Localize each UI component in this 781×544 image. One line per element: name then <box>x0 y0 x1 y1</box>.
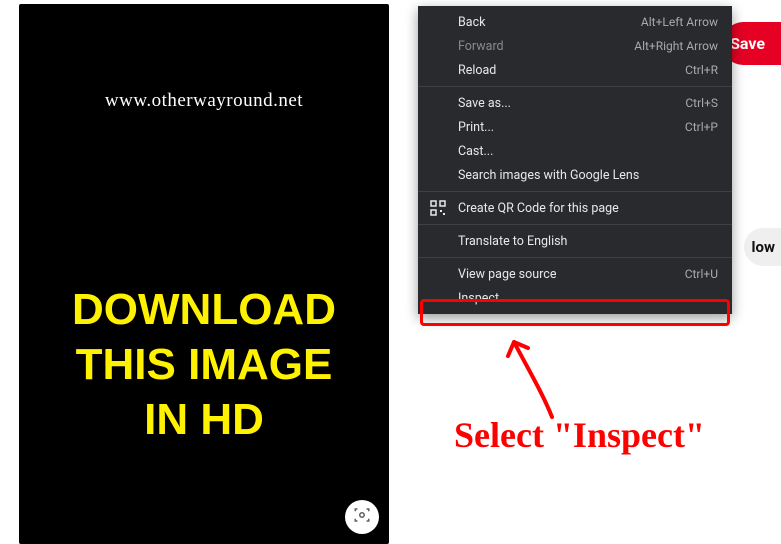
menu-item-back[interactable]: Back Alt+Left Arrow <box>418 10 732 34</box>
menu-separator <box>418 191 732 192</box>
menu-shortcut: Ctrl+R <box>685 63 718 77</box>
menu-item-inspect[interactable]: Inspect <box>418 286 732 310</box>
image-headline: DOWNLOAD THIS IMAGE IN HD <box>19 282 389 447</box>
visual-search-icon <box>353 506 371 528</box>
headline-line: IN HD <box>19 392 389 447</box>
menu-item-view-source[interactable]: View page source Ctrl+U <box>418 262 732 286</box>
menu-label: Search images with Google Lens <box>458 168 718 183</box>
image-watermark: www.otherwayround.net <box>19 90 389 112</box>
menu-label: Translate to English <box>458 234 718 249</box>
menu-item-print[interactable]: Print... Ctrl+P <box>418 115 732 139</box>
menu-label: Back <box>458 15 641 30</box>
menu-label: Save as... <box>458 96 685 111</box>
menu-separator <box>418 86 732 87</box>
follow-button[interactable]: low <box>744 228 781 266</box>
menu-label: View page source <box>458 267 685 282</box>
menu-separator <box>418 224 732 225</box>
qr-code-icon <box>430 200 446 216</box>
menu-label: Reload <box>458 63 685 78</box>
menu-shortcut: Ctrl+P <box>685 120 718 134</box>
menu-label: Forward <box>458 39 634 54</box>
visual-search-button[interactable] <box>345 500 379 534</box>
menu-item-search-lens[interactable]: Search images with Google Lens <box>418 163 732 187</box>
menu-shortcut: Alt+Right Arrow <box>634 39 718 53</box>
menu-label: Inspect <box>458 291 718 306</box>
menu-label: Cast... <box>458 144 718 159</box>
menu-shortcut: Alt+Left Arrow <box>641 15 718 29</box>
menu-separator <box>418 257 732 258</box>
menu-shortcut: Ctrl+U <box>685 267 718 281</box>
context-menu: Back Alt+Left Arrow Forward Alt+Right Ar… <box>418 6 732 314</box>
annotation-text: Select "Inspect" <box>454 414 705 456</box>
menu-label: Create QR Code for this page <box>458 201 718 216</box>
menu-item-cast[interactable]: Cast... <box>418 139 732 163</box>
pinterest-image[interactable]: www.otherwayround.net DOWNLOAD THIS IMAG… <box>19 4 389 544</box>
annotation-arrow <box>502 332 582 422</box>
menu-item-forward[interactable]: Forward Alt+Right Arrow <box>418 34 732 58</box>
menu-item-qr-code[interactable]: Create QR Code for this page <box>418 196 732 220</box>
menu-item-save-as[interactable]: Save as... Ctrl+S <box>418 91 732 115</box>
menu-label: Print... <box>458 120 685 135</box>
menu-shortcut: Ctrl+S <box>685 96 718 110</box>
headline-line: DOWNLOAD <box>19 282 389 337</box>
menu-item-reload[interactable]: Reload Ctrl+R <box>418 58 732 82</box>
headline-line: THIS IMAGE <box>19 337 389 392</box>
menu-item-translate[interactable]: Translate to English <box>418 229 732 253</box>
